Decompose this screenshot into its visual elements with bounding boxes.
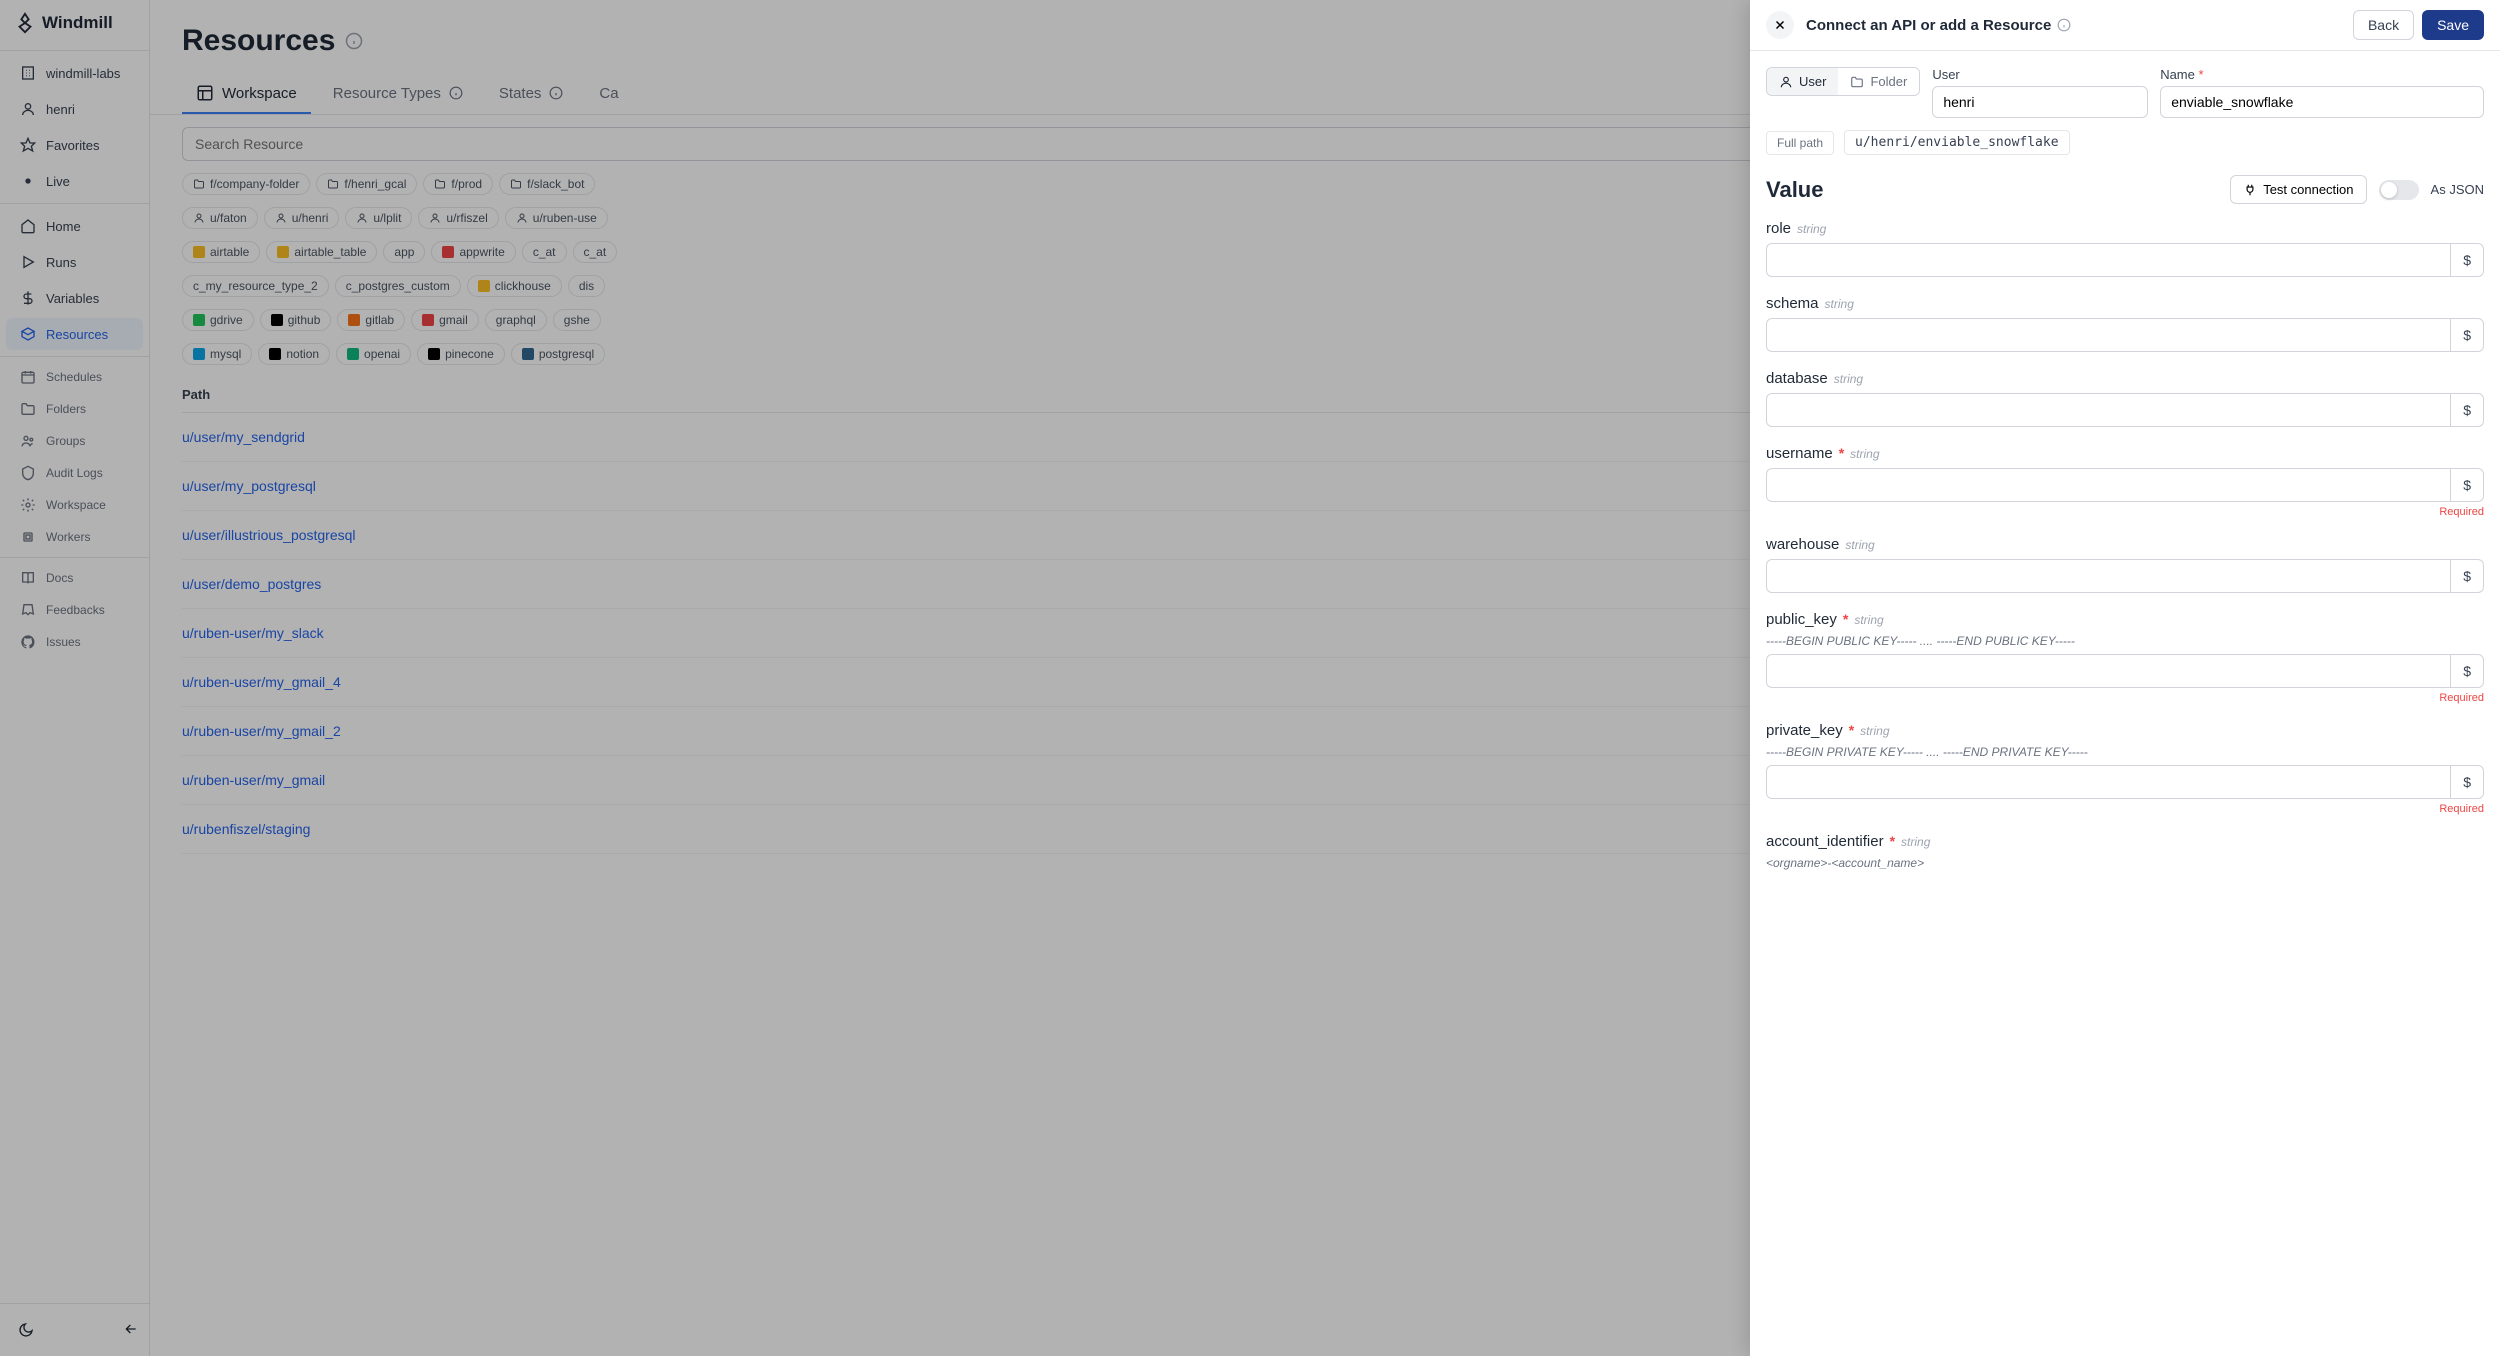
plug-icon (2243, 183, 2257, 197)
test-connection-button[interactable]: Test connection (2230, 175, 2366, 204)
as-json-toggle[interactable] (2379, 180, 2419, 200)
public_key-input[interactable] (1766, 654, 2450, 688)
field-schema: schemastring$ (1766, 295, 2484, 352)
info-icon[interactable] (2057, 18, 2071, 32)
field-hint: <orgname>-<account_name> (1766, 856, 2484, 870)
save-button[interactable]: Save (2422, 10, 2484, 40)
required-note: Required (1766, 692, 2484, 704)
role-input[interactable] (1766, 243, 2450, 277)
field-role: rolestring$ (1766, 220, 2484, 277)
schema-input[interactable] (1766, 318, 2450, 352)
field-warehouse: warehousestring$ (1766, 536, 2484, 593)
field-private_key: private_key*string-----BEGIN PRIVATE KEY… (1766, 722, 2484, 815)
field-hint: -----BEGIN PUBLIC KEY----- .... -----END… (1766, 634, 2484, 648)
required-note: Required (1766, 506, 2484, 518)
field-username: username*string$Required (1766, 445, 2484, 518)
value-title: Value (1766, 177, 1823, 203)
drawer-title: Connect an API or add a Resource (1806, 17, 2071, 34)
scope-folder[interactable]: Folder (1838, 68, 1919, 95)
scope-user[interactable]: User (1767, 68, 1838, 95)
variable-picker[interactable]: $ (2450, 559, 2484, 593)
field-database: databasestring$ (1766, 370, 2484, 427)
back-button[interactable]: Back (2353, 10, 2414, 40)
name-input[interactable] (2160, 86, 2484, 118)
as-json-label: As JSON (2431, 182, 2484, 197)
field-account_identifier: account_identifier*string<orgname>-<acco… (1766, 833, 2484, 870)
full-path-value: u/henri/enviable_snowflake (1844, 130, 2070, 155)
name-label: Name * (2160, 67, 2484, 82)
user-input[interactable] (1932, 86, 2148, 118)
warehouse-input[interactable] (1766, 559, 2450, 593)
username-input[interactable] (1766, 468, 2450, 502)
variable-picker[interactable]: $ (2450, 243, 2484, 277)
drawer: Connect an API or add a Resource Back Sa… (1750, 0, 2500, 1356)
field-public_key: public_key*string-----BEGIN PUBLIC KEY--… (1766, 611, 2484, 704)
full-path-label: Full path (1766, 131, 1834, 155)
variable-picker[interactable]: $ (2450, 318, 2484, 352)
private_key-input[interactable] (1766, 765, 2450, 799)
required-note: Required (1766, 803, 2484, 815)
user-icon (1779, 75, 1793, 89)
database-input[interactable] (1766, 393, 2450, 427)
variable-picker[interactable]: $ (2450, 468, 2484, 502)
close-icon (1773, 18, 1787, 32)
close-button[interactable] (1766, 11, 1794, 39)
user-label: User (1932, 67, 2148, 82)
variable-picker[interactable]: $ (2450, 393, 2484, 427)
field-hint: -----BEGIN PRIVATE KEY----- .... -----EN… (1766, 745, 2484, 759)
path-scope-toggle: User Folder (1766, 67, 1920, 96)
folder-icon (1850, 75, 1864, 89)
variable-picker[interactable]: $ (2450, 654, 2484, 688)
variable-picker[interactable]: $ (2450, 765, 2484, 799)
